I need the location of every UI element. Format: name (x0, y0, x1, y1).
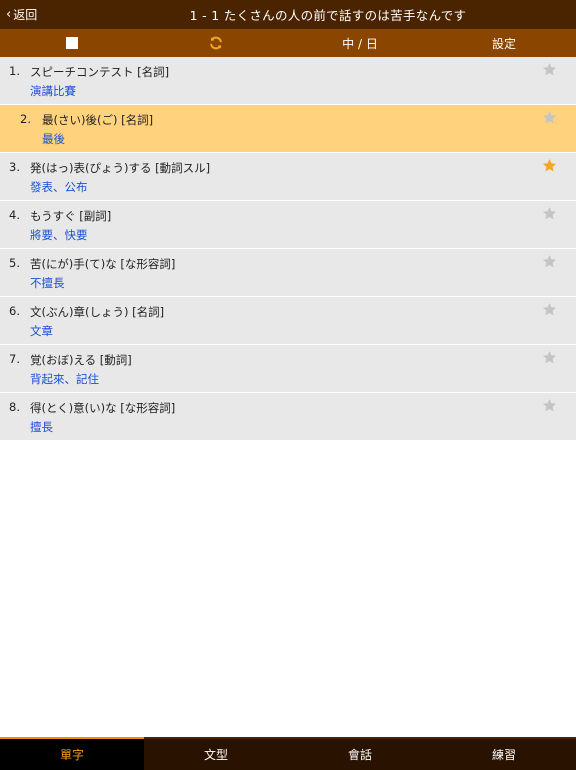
vocabulary-list: 1. スピーチコンテスト [名詞] 演講比賽 2. 最(さい)後(ご) [名詞]… (0, 57, 576, 441)
item-word: 発(はっ)表(ぴょう)する [動詞スル] (30, 161, 211, 175)
item-word: 苦(にが)手(て)な [な形容詞] (30, 257, 176, 271)
item-word: 最(さい)後(ご) [名詞] (42, 113, 154, 127)
refresh-icon (210, 36, 222, 50)
list-item[interactable]: 6. 文(ぶん)章(しょう) [名詞] 文章 (0, 297, 576, 345)
item-number: 1. (9, 64, 20, 78)
stop-icon (66, 37, 78, 49)
item-word: 覚(おぼ)える [動詞] (30, 353, 132, 367)
item-number: 3. (9, 160, 20, 174)
navigation-bar: ‹ 返回 1 - 1 たくさんの人の前で話すのは苦手なんです (0, 0, 576, 29)
back-button[interactable]: ‹ 返回 (6, 0, 37, 29)
item-word: 文(ぶん)章(しょう) [名詞] (30, 305, 165, 319)
item-number: 2. (20, 112, 31, 126)
star-icon[interactable] (542, 206, 557, 221)
item-number: 7. (9, 352, 20, 366)
item-word: 得(とく)意(い)な [な形容詞] (30, 401, 176, 415)
item-meaning: 文章 (30, 324, 53, 338)
list-item[interactable]: 1. スピーチコンテスト [名詞] 演講比賽 (0, 57, 576, 105)
star-icon[interactable] (542, 350, 557, 365)
item-meaning: 背起來、記住 (30, 372, 99, 386)
star-icon[interactable] (542, 62, 557, 77)
repeat-button[interactable] (204, 29, 228, 57)
list-item[interactable]: 7. 覚(おぼ)える [動詞] 背起來、記住 (0, 345, 576, 393)
back-button-label: 返回 (13, 8, 38, 22)
star-icon[interactable] (542, 398, 557, 413)
toolbar: 中 / 日 設定 (0, 29, 576, 57)
item-word: もうすぐ [副詞] (30, 209, 112, 223)
tab-bar: 單字 文型 會話 練習 (0, 737, 576, 770)
star-icon[interactable] (542, 158, 557, 173)
item-meaning: 擅長 (30, 420, 53, 434)
stop-button[interactable] (60, 29, 84, 57)
list-item[interactable]: 3. 発(はっ)表(ぴょう)する [動詞スル] 發表、公布 (0, 153, 576, 201)
star-icon[interactable] (542, 254, 557, 269)
item-number: 4. (9, 208, 20, 222)
item-meaning: 演講比賽 (30, 84, 76, 98)
tab-sentence-patterns[interactable]: 文型 (144, 739, 288, 770)
item-number: 5. (9, 256, 20, 270)
item-meaning: 最後 (42, 132, 65, 146)
item-number: 6. (9, 304, 20, 318)
star-icon[interactable] (542, 302, 557, 317)
chevron-left-icon: ‹ (6, 7, 12, 22)
tab-conversation[interactable]: 會話 (288, 739, 432, 770)
list-item[interactable]: 8. 得(とく)意(い)な [な形容詞] 擅長 (0, 393, 576, 441)
item-meaning: 發表、公布 (30, 180, 88, 194)
item-number: 8. (9, 400, 20, 414)
settings-button[interactable]: 設定 (480, 29, 528, 57)
item-word: スピーチコンテスト [名詞] (30, 65, 170, 79)
list-item[interactable]: 2. 最(さい)後(ご) [名詞] 最後 (0, 105, 576, 153)
item-meaning: 將要、快要 (30, 228, 88, 242)
page-title: 1 - 1 たくさんの人の前で話すのは苦手なんです (189, 8, 467, 23)
tab-vocabulary[interactable]: 單字 (0, 737, 144, 770)
language-toggle-button[interactable]: 中 / 日 (330, 29, 390, 57)
tab-practice[interactable]: 練習 (432, 739, 576, 770)
list-item[interactable]: 4. もうすぐ [副詞] 將要、快要 (0, 201, 576, 249)
star-icon[interactable] (542, 110, 557, 125)
list-item[interactable]: 5. 苦(にが)手(て)な [な形容詞] 不擅長 (0, 249, 576, 297)
item-meaning: 不擅長 (30, 276, 65, 290)
